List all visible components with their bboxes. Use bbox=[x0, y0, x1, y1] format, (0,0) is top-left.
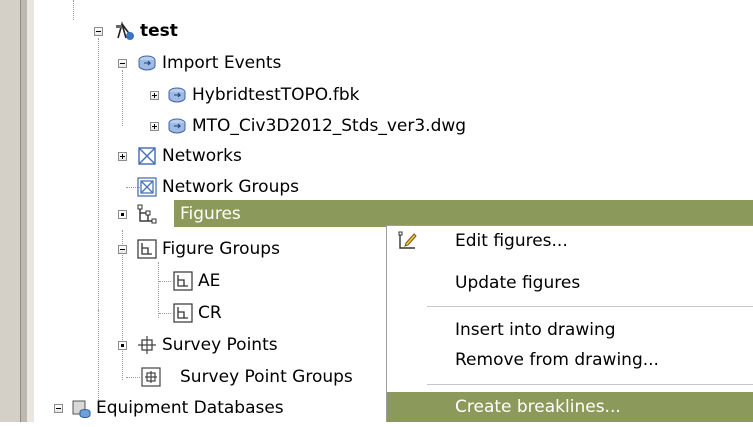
tree-node-label: CR bbox=[198, 303, 222, 323]
menu-item-label: Create breaklines... bbox=[455, 397, 621, 417]
tree-line bbox=[73, 0, 74, 20]
left-panel-edge bbox=[0, 0, 20, 422]
figure-group-icon bbox=[172, 270, 194, 292]
survey-point-icon bbox=[136, 334, 158, 356]
left-splitter[interactable] bbox=[20, 0, 28, 422]
equipment-database-icon bbox=[70, 397, 92, 419]
tree-line bbox=[122, 70, 123, 126]
selection-highlight bbox=[174, 200, 753, 227]
network-icon bbox=[136, 145, 158, 167]
menu-item-label: Update figures bbox=[455, 273, 581, 293]
import-event-icon bbox=[166, 115, 188, 137]
menu-item-edit-figures[interactable]: Edit figures... bbox=[387, 226, 753, 256]
tree-line bbox=[98, 310, 99, 400]
menu-item-label: Insert into drawing bbox=[455, 320, 616, 340]
menu-separator bbox=[427, 306, 753, 307]
context-menu: Edit figures... Update figures Insert in… bbox=[386, 225, 753, 422]
expand-toggle[interactable] bbox=[118, 341, 127, 350]
collapse-toggle[interactable] bbox=[54, 404, 63, 413]
tree-node-label: Figures bbox=[180, 204, 241, 224]
tree-node-label: Networks bbox=[162, 146, 242, 166]
menu-item-label: Edit figures... bbox=[455, 231, 568, 251]
menu-item-update-figures[interactable]: Update figures bbox=[387, 268, 753, 298]
figure-groups-icon bbox=[136, 238, 158, 260]
tree-line bbox=[158, 262, 159, 318]
tree-node-label: AE bbox=[198, 271, 221, 291]
tree-node-label: Survey Point Groups bbox=[180, 367, 353, 387]
tree-line bbox=[159, 281, 171, 282]
menu-item-insert-into-drawing[interactable]: Insert into drawing bbox=[387, 315, 753, 345]
figure-group-icon bbox=[172, 302, 194, 324]
menu-item-create-breaklines[interactable]: Create breaklines... bbox=[387, 392, 753, 422]
tree-node-label: Network Groups bbox=[162, 177, 299, 197]
collapse-toggle[interactable] bbox=[118, 59, 127, 68]
menu-item-remove-from-drawing[interactable]: Remove from drawing... bbox=[387, 345, 753, 375]
tree-node-label: Equipment Databases bbox=[96, 398, 284, 418]
import-events-icon bbox=[136, 52, 158, 74]
collapse-toggle[interactable] bbox=[118, 245, 127, 254]
tree-line bbox=[98, 38, 99, 316]
tree-line bbox=[126, 377, 140, 378]
expand-toggle[interactable] bbox=[150, 122, 159, 131]
import-event-icon bbox=[166, 84, 188, 106]
network-groups-icon bbox=[136, 176, 158, 198]
figure-icon bbox=[136, 203, 158, 225]
expand-toggle[interactable] bbox=[150, 91, 159, 100]
tree-node-label: Figure Groups bbox=[162, 239, 280, 259]
collapse-toggle[interactable] bbox=[94, 27, 103, 36]
menu-item-label: Remove from drawing... bbox=[455, 350, 659, 370]
expand-toggle[interactable] bbox=[118, 210, 127, 219]
expand-toggle[interactable] bbox=[118, 152, 127, 161]
survey-project-icon bbox=[114, 20, 136, 42]
tree-node-label: Import Events bbox=[162, 53, 282, 73]
tree-node-label: HybridtestTOPO.fbk bbox=[192, 85, 360, 105]
tree-node-label: test bbox=[140, 21, 178, 41]
menu-separator bbox=[427, 384, 753, 385]
tree-node-label: MTO_Civ3D2012_Stds_ver3.dwg bbox=[192, 116, 467, 136]
edit-figure-icon bbox=[397, 229, 419, 251]
survey-point-groups-icon bbox=[140, 366, 162, 388]
tree-line bbox=[159, 313, 171, 314]
tree-node-label: Survey Points bbox=[162, 335, 278, 355]
left-panel-bevel bbox=[28, 0, 34, 422]
